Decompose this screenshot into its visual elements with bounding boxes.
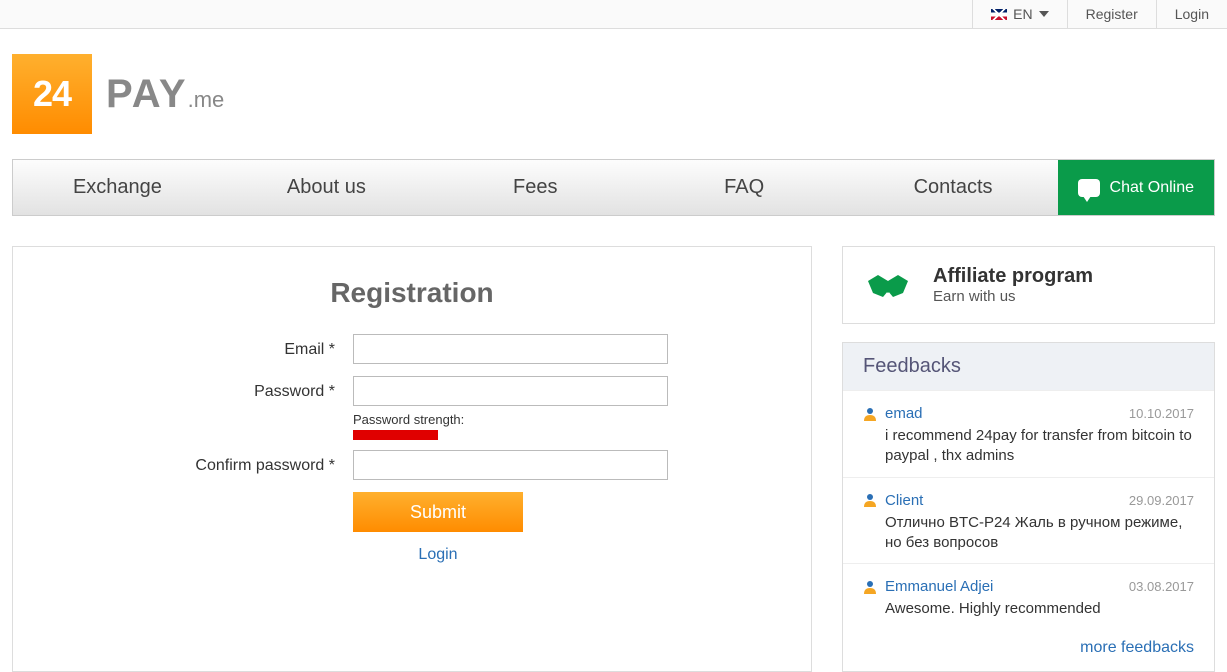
strength-bar: [353, 430, 438, 440]
nav-about[interactable]: About us: [222, 160, 431, 215]
login-link-top[interactable]: Login: [1156, 0, 1227, 28]
feedback-date: 03.08.2017: [1129, 579, 1194, 594]
login-link[interactable]: Login: [353, 546, 523, 564]
language-code: EN: [1013, 6, 1032, 22]
topbar: EN Register Login: [0, 0, 1227, 29]
user-icon: [863, 493, 877, 507]
affiliate-card[interactable]: Affiliate program Earn with us: [842, 246, 1215, 324]
register-link[interactable]: Register: [1067, 0, 1156, 28]
more-feedbacks-link[interactable]: more feedbacks: [843, 629, 1214, 671]
nav-contacts[interactable]: Contacts: [849, 160, 1058, 215]
uk-flag-icon: [991, 9, 1007, 20]
feedback-user[interactable]: emad: [885, 405, 923, 422]
feedback-item: Client 29.09.2017 Отлично BTC-P24 Жаль в…: [843, 477, 1214, 564]
handshake-icon: [863, 267, 913, 303]
affiliate-subtitle: Earn with us: [933, 288, 1093, 305]
nav-faq[interactable]: FAQ: [640, 160, 849, 215]
logo-text: PAY.me: [106, 72, 224, 117]
confirm-password-field[interactable]: [353, 450, 668, 480]
feedback-item: emad 10.10.2017 i recommend 24pay for tr…: [843, 390, 1214, 477]
strength-label: Password strength:: [353, 412, 771, 427]
email-label: Email *: [53, 341, 353, 359]
feedbacks-heading: Feedbacks: [843, 343, 1214, 390]
user-icon: [863, 407, 877, 421]
confirm-row: Confirm password *: [53, 450, 771, 480]
password-strength: Password strength:: [353, 412, 771, 440]
feedback-item: Emmanuel Adjei 03.08.2017 Awesome. Highl…: [843, 563, 1214, 629]
password-label: Password *: [53, 383, 353, 401]
feedback-user[interactable]: Emmanuel Adjei: [885, 578, 993, 595]
registration-title: Registration: [53, 277, 771, 309]
submit-button[interactable]: Submit: [353, 492, 523, 532]
user-icon: [863, 580, 877, 594]
nav-exchange[interactable]: Exchange: [13, 160, 222, 215]
feedback-text: i recommend 24pay for transfer from bitc…: [863, 426, 1194, 467]
feedback-text: Awesome. Highly recommended: [863, 599, 1194, 619]
sidebar: Affiliate program Earn with us Feedbacks…: [842, 246, 1215, 672]
nav-fees[interactable]: Fees: [431, 160, 640, 215]
confirm-label: Confirm password *: [53, 457, 353, 475]
feedback-user[interactable]: Client: [885, 492, 923, 509]
logo-square[interactable]: 24: [12, 54, 92, 134]
feedback-text: Отлично BTC-P24 Жаль в ручном режиме, но…: [863, 513, 1194, 554]
main-content: Registration Email * Password * Password…: [0, 246, 1227, 672]
site-header: 24 PAY.me: [0, 29, 1227, 159]
affiliate-title: Affiliate program: [933, 265, 1093, 288]
nav-chat-online[interactable]: Chat Online: [1058, 160, 1215, 215]
password-row: Password *: [53, 376, 771, 406]
feedback-date: 29.09.2017: [1129, 493, 1194, 508]
password-field[interactable]: [353, 376, 668, 406]
email-row: Email *: [53, 334, 771, 364]
feedback-date: 10.10.2017: [1129, 406, 1194, 421]
email-field[interactable]: [353, 334, 668, 364]
main-nav: Exchange About us Fees FAQ Contacts Chat…: [12, 159, 1215, 216]
language-selector[interactable]: EN: [972, 0, 1066, 28]
feedbacks-card: Feedbacks emad 10.10.2017 i recommend 24…: [842, 342, 1215, 672]
chevron-down-icon: [1039, 11, 1049, 17]
chat-bubble-icon: [1078, 179, 1100, 197]
registration-card: Registration Email * Password * Password…: [12, 246, 812, 672]
